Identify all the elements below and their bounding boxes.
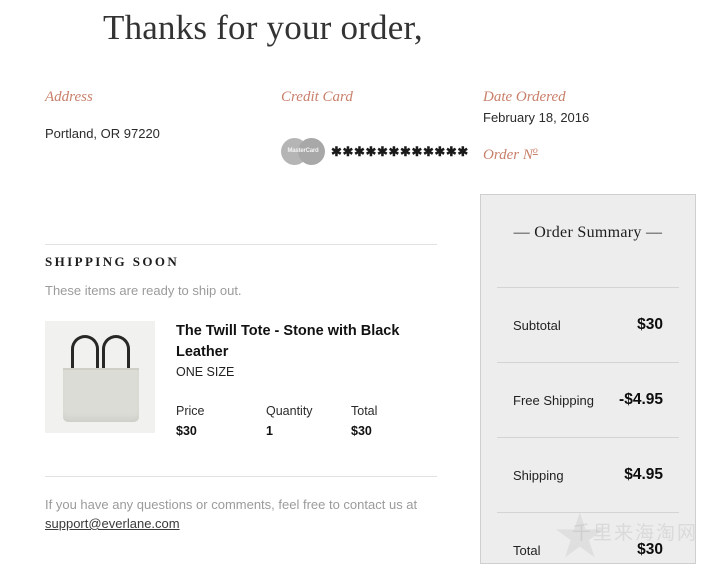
product-total-column: Total $30 [351, 404, 431, 438]
order-number-label-superscript: o [532, 145, 538, 156]
product-price-value: $30 [176, 424, 197, 438]
product-total-header: Total [351, 404, 378, 418]
summary-row-subtotal: Subtotal $30 [481, 288, 695, 362]
product-name[interactable]: The Twill Tote - Stone with Black Leathe… [176, 321, 426, 363]
product-attributes-table: Price $30 Quantity 1 Total $30 [176, 404, 440, 438]
date-ordered-label: Date Ordered [483, 89, 566, 105]
date-ordered-value: February 18, 2016 [483, 110, 590, 125]
order-summary-title: — Order Summary — [513, 224, 663, 241]
summary-label-subtotal: Subtotal [513, 317, 561, 333]
summary-label-total: Total [513, 542, 541, 558]
summary-value-subtotal: $30 [637, 316, 663, 333]
product-total-value: $30 [351, 424, 372, 438]
order-number-label: Order No [483, 145, 693, 164]
order-summary-panel: — Order Summary — Subtotal $30 Free Ship… [480, 194, 696, 564]
product-price-column: Price $30 [176, 404, 266, 438]
tote-body [63, 370, 139, 422]
order-meta-block: Date Ordered February 18, 2016 Order No [483, 89, 693, 168]
support-email-link[interactable]: support@everlane.com [45, 516, 180, 531]
summary-label-free-shipping: Free Shipping [513, 392, 594, 408]
shipping-status-heading: SHIPPING SOON [45, 254, 180, 269]
summary-row-shipping: Shipping $4.95 [481, 438, 695, 512]
credit-card-label: Credit Card [281, 89, 353, 105]
product-size: ONE SIZE [176, 365, 235, 379]
credit-card-masked-number: ✱✱✱✱✱✱✱✱✱✱✱✱ [331, 143, 469, 159]
product-quantity-header: Quantity [266, 404, 313, 418]
mastercard-icon: MasterCard [281, 138, 325, 165]
mastercard-wordmark: MasterCard [287, 148, 319, 154]
divider-above-footer [45, 476, 437, 477]
summary-row-free-shipping: Free Shipping -$4.95 [481, 363, 695, 437]
product-thumbnail[interactable] [45, 321, 155, 433]
summary-value-shipping: $4.95 [624, 466, 663, 483]
support-footer: If you have any questions or comments, f… [45, 495, 440, 533]
summary-row-total: Total $30 [481, 513, 695, 578]
credit-card-row: MasterCard ✱✱✱✱✱✱✱✱✱✱✱✱ [281, 138, 468, 165]
address-city-line: Portland, OR 97220 [45, 126, 160, 141]
product-line-item: The Twill Tote - Stone with Black Leathe… [45, 321, 440, 438]
address-label: Address [45, 89, 93, 105]
summary-value-total: $30 [637, 541, 663, 558]
shipping-status-subtext: These items are ready to ship out. [45, 283, 242, 298]
credit-card-block: Credit Card MasterCard ✱✱✱✱✱✱✱✱✱✱✱✱ [281, 89, 468, 165]
product-quantity-value: 1 [266, 424, 273, 438]
page-title: Thanks for your order, [103, 8, 423, 47]
order-number-label-text: Order N [483, 147, 533, 163]
summary-value-free-shipping: -$4.95 [619, 391, 663, 408]
product-price-header: Price [176, 404, 205, 418]
support-footer-text: If you have any questions or comments, f… [45, 497, 418, 512]
summary-label-shipping: Shipping [513, 467, 564, 483]
product-info: The Twill Tote - Stone with Black Leathe… [176, 321, 440, 438]
product-quantity-column: Quantity 1 [266, 404, 351, 438]
order-confirmation-page: Thanks for your order, Address Portland,… [0, 0, 720, 578]
divider-above-shipping [45, 244, 437, 245]
address-block: Address Portland, OR 97220 [45, 89, 265, 141]
